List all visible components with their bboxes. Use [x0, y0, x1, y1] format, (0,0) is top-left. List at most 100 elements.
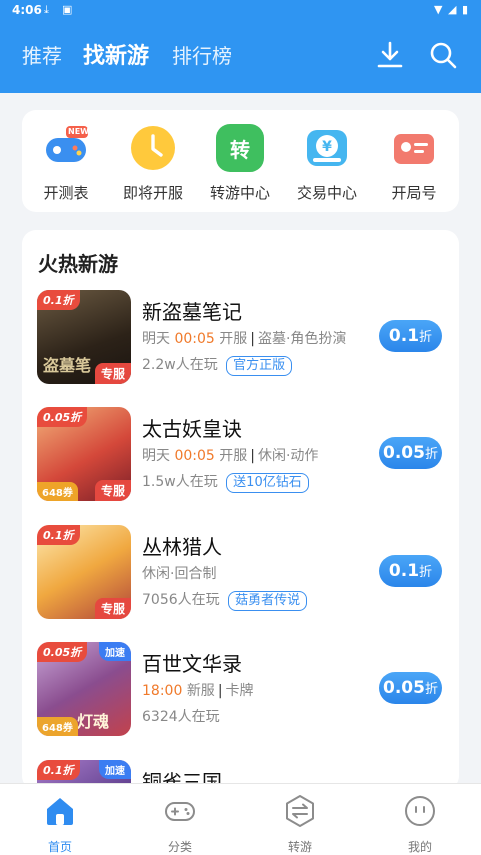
exclusive-badge: 专服	[94, 598, 131, 619]
game-thumbnail: 灯魂 0.05折 加速 648券	[37, 642, 131, 736]
game-players: 1.5w人在玩 送10亿钻石	[142, 471, 309, 493]
profile-icon	[405, 796, 435, 826]
discount-value: 0.1	[388, 326, 420, 346]
thumb-art-text: 灯魂	[77, 712, 110, 731]
status-time: 4:06	[12, 3, 42, 17]
discount-badge: 0.05折	[37, 642, 88, 662]
quick-entry-label: 交易中心	[296, 184, 357, 202]
game-players: 2.2w人在玩 官方正版	[142, 354, 293, 376]
open-status: 新服	[186, 683, 215, 699]
time-prefix: 明天	[142, 331, 170, 347]
exclusive-badge: 专服	[94, 480, 131, 501]
status-bar: 4:06 ⤓ ▣ ▼ ◢ ▮	[0, 0, 481, 22]
coupon-badge: 648券	[37, 717, 78, 736]
battery-icon: ▮	[462, 3, 469, 16]
nav-label: 转游	[287, 840, 312, 854]
trade-yen-icon: ¥	[303, 124, 351, 172]
discount-value: 0.1	[388, 561, 420, 581]
open-status: 开服	[219, 448, 248, 464]
game-meta: 18:00 新服 | 卡牌	[142, 683, 254, 699]
quick-entry-label: 转游中心	[209, 184, 270, 202]
discount-button[interactable]: 0.1折	[379, 555, 442, 587]
speed-badge: 加速	[99, 760, 131, 779]
discount-unit: 折	[424, 682, 438, 697]
game-meta: 休闲·回合制	[142, 563, 216, 583]
game-thumbnail: 0.1折 专服	[37, 525, 131, 619]
quick-entry-label: 即将开服	[122, 184, 183, 202]
open-time: 18:00	[142, 683, 183, 699]
genres: 休闲·动作	[257, 448, 319, 464]
quick-entry-test-schedule[interactable]: NEW 开测表	[24, 124, 108, 203]
gamepad-icon	[165, 802, 195, 821]
nav-home[interactable]: 首页	[30, 794, 90, 855]
game-meta: 明天 00:05 开服 | 休闲·动作	[142, 448, 319, 464]
discount-badge: 0.05折	[37, 407, 88, 427]
discount-badge: 0.1折	[37, 525, 80, 545]
discount-value: 0.05	[383, 678, 425, 698]
tab-recommend[interactable]: 推荐	[22, 40, 62, 69]
svg-text:¥: ¥	[322, 139, 332, 155]
game-row[interactable]: 盗墓笔 0.1折 专服 新盗墓笔记 明天 00:05 开服 | 盗墓·角色扮演 2.…	[22, 290, 459, 390]
discount-button[interactable]: 0.05折	[379, 437, 442, 469]
discount-button[interactable]: 0.1折	[379, 320, 442, 352]
signal-icon: ◢	[448, 3, 457, 16]
open-time: 00:05	[174, 448, 215, 464]
game-tag: 送10亿钻石	[226, 473, 309, 493]
game-thumbnail: 盗墓笔 0.1折 专服	[37, 290, 131, 384]
game-name: 太古妖皇诀	[142, 417, 242, 441]
quick-entry-trade-center[interactable]: ¥ 交易中心	[285, 124, 369, 203]
open-time: 00:05	[174, 331, 215, 347]
open-status: 开服	[219, 331, 248, 347]
download-icon[interactable]	[375, 40, 405, 70]
game-players: 7056人在玩 菇勇者传说	[142, 589, 308, 611]
discount-unit: 折	[419, 565, 433, 580]
section-title: 火热新游	[38, 252, 118, 276]
quick-entry-transfer-center[interactable]: 转 转游中心	[198, 124, 282, 203]
discount-unit: 折	[424, 447, 438, 462]
game-meta: 明天 00:05 开服 | 盗墓·角色扮演	[142, 331, 347, 347]
transfer-icon: 转	[216, 124, 264, 172]
discount-badge: 0.1折	[37, 760, 80, 780]
genres: 盗墓·角色扮演	[257, 331, 347, 347]
time-prefix: 明天	[142, 448, 170, 464]
game-row[interactable]: 灯魂 0.05折 加速 648券 百世文华录 18:00 新服 | 卡牌 6324人…	[22, 642, 459, 742]
discount-badge: 0.1折	[37, 290, 80, 310]
tab-find-new-games[interactable]: 找新游	[83, 38, 149, 70]
game-players: 6324人在玩	[142, 706, 220, 726]
search-icon[interactable]	[428, 40, 458, 70]
clock-icon	[129, 124, 177, 172]
game-row[interactable]: 0.05折 648券 专服 太古妖皇诀 明天 00:05 开服 | 休闲·动作 1.…	[22, 407, 459, 507]
tab-rankings[interactable]: 排行榜	[172, 40, 232, 69]
quick-entry-upcoming-servers[interactable]: 即将开服	[111, 124, 195, 203]
genres: 休闲·回合制	[142, 566, 217, 582]
new-badge: NEW	[68, 127, 89, 136]
account-card-icon	[390, 124, 438, 172]
game-name: 百世文华录	[142, 652, 242, 676]
gamepad-new-icon: NEW	[42, 124, 90, 172]
nav-category[interactable]: 分类	[150, 794, 210, 855]
quick-entry-label: 开局号	[391, 184, 437, 202]
thumb-art-text: 盗墓笔	[43, 356, 92, 375]
switch-icon	[286, 795, 314, 827]
notification-status-icon: ▣	[62, 3, 73, 16]
players-count: 2.2w人在玩	[142, 357, 218, 373]
app-header: 4:06 ⤓ ▣ ▼ ◢ ▮ 推荐 找新游 排行榜	[0, 0, 481, 93]
bottom-nav: 首页 分类 转游 我的	[0, 783, 481, 855]
quick-entry-starter-accounts[interactable]: 开局号	[372, 124, 456, 203]
game-thumbnail: 0.05折 648券 专服	[37, 407, 131, 501]
nav-transfer[interactable]: 转游	[270, 794, 330, 855]
wifi-icon: ▼	[434, 3, 443, 16]
download-status-icon: ⤓	[44, 3, 49, 16]
speed-badge: 加速	[99, 642, 131, 661]
nav-label: 首页	[47, 840, 72, 854]
players-count: 1.5w人在玩	[142, 474, 218, 490]
game-tag: 菇勇者传说	[228, 591, 308, 611]
nav-profile[interactable]: 我的	[390, 794, 450, 855]
transfer-glyph: 转	[230, 138, 250, 162]
discount-unit: 折	[419, 330, 433, 345]
game-row[interactable]: 0.1折 专服 丛林猎人 休闲·回合制 7056人在玩 菇勇者传说 0.1折	[22, 525, 459, 625]
hot-new-games-panel: 火热新游 盗墓笔 0.1折 专服 新盗墓笔记 明天 00:05 开服 | 盗墓·角色…	[22, 230, 459, 790]
coupon-badge: 648券	[37, 482, 78, 501]
discount-button[interactable]: 0.05折	[379, 672, 442, 704]
nav-label: 我的	[407, 840, 432, 854]
